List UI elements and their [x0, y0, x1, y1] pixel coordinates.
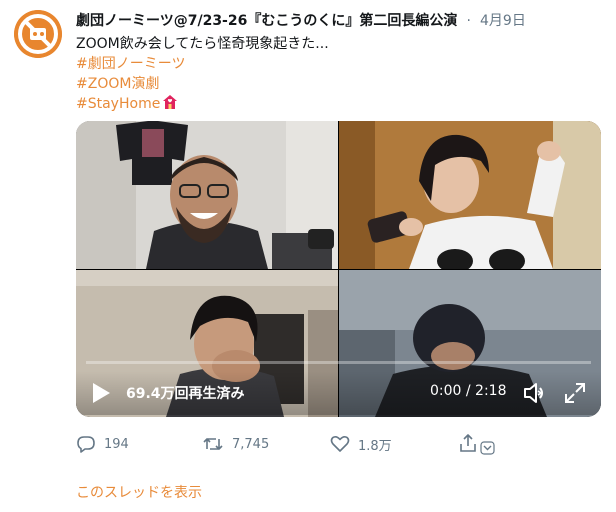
video-tile-2 [339, 121, 601, 269]
tweet-actions: 194 7,745 1.8万 [76, 432, 516, 456]
share-icon [460, 434, 495, 455]
hashtag-link[interactable]: #StayHome [76, 96, 160, 112]
tweet-text: ZOOM飲み会してたら怪奇現象起きた... #劇団ノーミーツ #ZOOM演劇 #… [76, 34, 329, 114]
play-icon [93, 383, 110, 403]
heart-icon [330, 436, 350, 452]
display-name[interactable]: 劇団ノーミーツ@7/23-26『むこうのくに』第二回長編公演 [76, 13, 457, 29]
video-progress-bar[interactable] [86, 361, 591, 364]
tweet-header: 劇団ノーミーツ@7/23-26『むこうのくに』第二回長編公演 · 4月9日 [76, 10, 606, 32]
reply-count: 194 [104, 436, 129, 452]
tweet-text-line: ZOOM飲み会してたら怪奇現象起きた... [76, 36, 329, 52]
reply-button[interactable]: 194 [76, 432, 129, 456]
video-time: 0:00 / 2:18 [430, 383, 507, 399]
video-controls: 69.4万回再生済み 0:00 / 2:18 [76, 371, 601, 415]
hashtag-link[interactable]: #ZOOM演劇 [76, 76, 159, 92]
retweet-icon [203, 438, 223, 450]
view-count: 69.4万回再生済み [126, 386, 245, 402]
house-emoji-icon [162, 94, 178, 110]
like-button[interactable]: 1.8万 [330, 432, 392, 456]
reply-icon [77, 436, 95, 453]
tweet: 劇団ノーミーツ@7/23-26『むこうのくに』第二回長編公演 · 4月9日 ZO… [0, 0, 616, 512]
share-button[interactable] [458, 432, 506, 456]
hashtag-link[interactable]: #劇団ノーミーツ [76, 56, 185, 72]
video-tile-1 [76, 121, 338, 269]
separator-dot: · [466, 13, 471, 29]
retweet-button[interactable]: 7,745 [202, 432, 269, 456]
like-count: 1.8万 [358, 438, 392, 454]
tweet-date[interactable]: 4月9日 [480, 13, 526, 29]
fullscreen-icon [565, 383, 585, 403]
avatar[interactable] [14, 10, 62, 58]
volume-button[interactable] [522, 380, 548, 406]
fullscreen-button[interactable] [562, 380, 588, 406]
retweet-count: 7,745 [232, 436, 270, 452]
video-player[interactable]: 69.4万回再生済み 0:00 / 2:18 [76, 121, 601, 417]
play-button[interactable] [90, 381, 112, 405]
show-thread-link[interactable]: このスレッドを表示 [76, 482, 202, 502]
volume-muted-icon [524, 383, 543, 403]
